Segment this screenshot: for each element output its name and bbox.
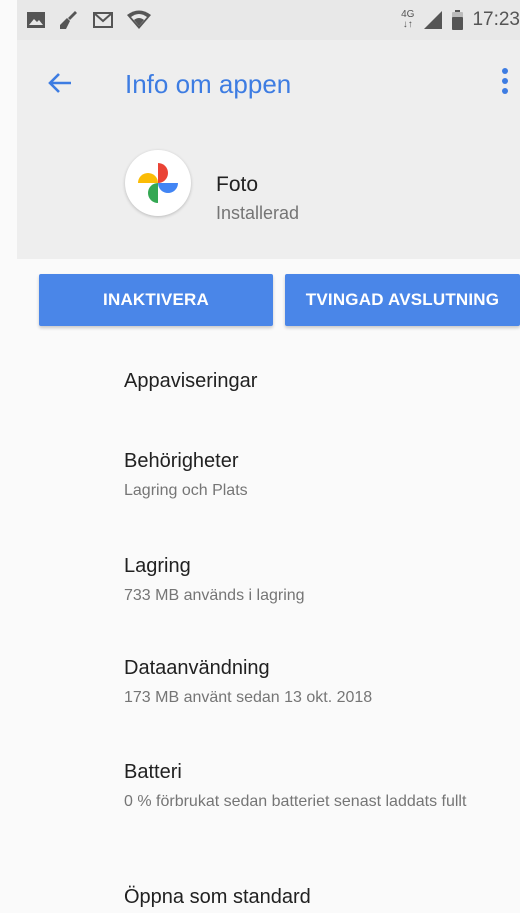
setting-summary: 0 % förbrukat sedan batteriet senast lad…: [124, 793, 467, 810]
app-name: Foto: [216, 173, 259, 196]
setting-item-open-by-default[interactable]: Öppna som standard: [124, 884, 504, 910]
setting-item-permissions[interactable]: Behörigheter Lagring och Plats: [124, 448, 504, 502]
setting-item-battery[interactable]: Batteri 0 % förbrukat sedan batteriet se…: [124, 759, 504, 813]
setting-title: Behörigheter: [124, 450, 239, 472]
force-stop-button[interactable]: TVINGAD AVSLUTNING: [285, 274, 520, 326]
battery-icon: [452, 10, 464, 30]
setting-item-notifications[interactable]: Appaviseringar: [124, 368, 504, 394]
more-vert-icon: [502, 68, 508, 94]
app-header: Foto Installerad: [17, 123, 520, 259]
setting-title: Appaviseringar: [124, 370, 258, 392]
setting-title: Lagring: [124, 555, 191, 577]
setting-title: Öppna som standard: [124, 886, 311, 908]
setting-title: Dataanvändning: [124, 657, 270, 679]
app-bar: Info om appen: [17, 40, 520, 123]
pinwheel-icon: [138, 163, 178, 203]
clock: 17:23: [472, 9, 520, 30]
signal-icon: [424, 11, 443, 29]
app-install-status: Installerad: [216, 203, 300, 223]
status-bar: 4G ↓↑ 17:23: [17, 0, 520, 40]
setting-summary: 733 MB används i lagring: [124, 587, 305, 604]
network-type: 4G ↓↑: [401, 10, 414, 30]
mail-icon: [93, 12, 113, 28]
setting-item-storage[interactable]: Lagring 733 MB används i lagring: [124, 553, 504, 607]
wifi-icon: [127, 10, 151, 29]
page-title: Info om appen: [125, 69, 292, 99]
back-button[interactable]: [47, 70, 73, 96]
more-options-button[interactable]: [500, 66, 510, 96]
data-activity-icon: ↓↑: [402, 19, 413, 30]
system-status: 4G ↓↑ 17:23: [401, 9, 520, 31]
setting-title: Batteri: [124, 761, 182, 783]
broom-icon: [60, 11, 77, 29]
setting-item-data-usage[interactable]: Dataanvändning 173 MB använt sedan 13 ok…: [124, 655, 504, 709]
arrow-left-icon: [48, 73, 71, 93]
setting-summary: Lagring och Plats: [124, 482, 248, 499]
image-icon: [27, 12, 45, 28]
app-icon: [125, 150, 191, 216]
setting-summary: 173 MB använt sedan 13 okt. 2018: [124, 689, 373, 706]
notification-icons: [27, 10, 151, 30]
disable-button[interactable]: INAKTIVERA: [39, 274, 273, 326]
